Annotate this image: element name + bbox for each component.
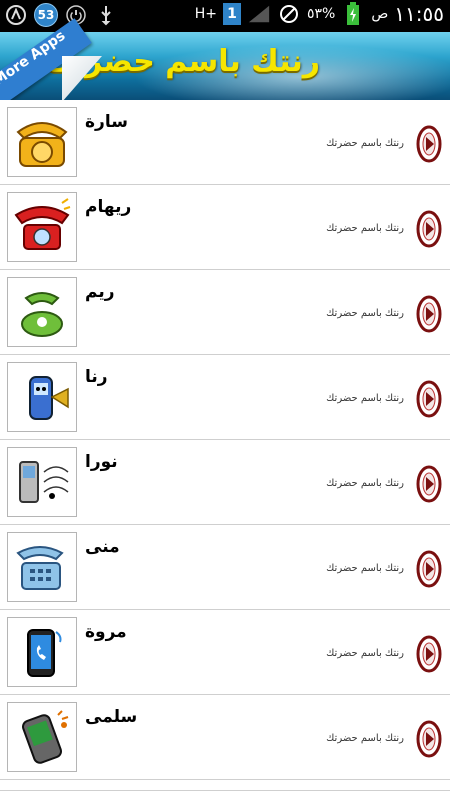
network-type-label: H+ (194, 6, 217, 22)
smartphone-call-icon (7, 617, 77, 687)
status-bar-left: 53 (4, 3, 118, 27)
battery-percent: ٥٣% (306, 6, 336, 22)
ringtone-name: منى (85, 537, 120, 557)
ringtone-name: رنا (85, 367, 108, 387)
sim-icon: 1 (222, 3, 241, 25)
ringing-mobile-icon (7, 702, 77, 772)
play-button[interactable] (416, 124, 442, 164)
ringtone-subtitle: رنتك باسم حضرتك (326, 648, 404, 659)
ringtone-subtitle: رنتك باسم حضرتك (326, 393, 404, 404)
clock: ١١:٥٥ (394, 2, 444, 26)
red-phone-icon (7, 192, 77, 262)
page-curl-icon (62, 56, 102, 102)
status-bar-right: H+ 1 ٥٣% ص ١١:٥٥ (195, 2, 444, 26)
play-button[interactable] (416, 634, 442, 674)
play-button[interactable] (416, 464, 442, 504)
list-item[interactable]: سلمى رنتك باسم حضرتك (0, 695, 450, 780)
notification-count-badge: 53 (34, 3, 58, 27)
signal-icon (247, 2, 271, 26)
battery-charging-icon (341, 2, 365, 26)
ringtone-name: مروة (85, 622, 127, 642)
play-button[interactable] (416, 719, 442, 759)
desk-phone-icon (7, 532, 77, 602)
list-item[interactable]: منى رنتك باسم حضرتك (0, 525, 450, 610)
list-item[interactable]: سارة رنتك باسم حضرتك (0, 100, 450, 185)
green-phone-icon (7, 277, 77, 347)
ringtone-subtitle: رنتك باسم حضرتك (326, 138, 404, 149)
ringtone-subtitle: رنتك باسم حضرتك (326, 478, 404, 489)
phone-music-icon (7, 447, 77, 517)
no-sim-icon (277, 2, 301, 26)
more-apps-button[interactable]: More Apps (0, 18, 110, 112)
ringtone-name: سارة (85, 112, 128, 132)
ringtone-subtitle: رنتك باسم حضرتك (326, 563, 404, 574)
list-bottom-edge (0, 790, 450, 801)
list-item[interactable]: ريم رنتك باسم حضرتك (0, 270, 450, 355)
ringtone-name: سلمى (85, 707, 138, 727)
list-item[interactable]: رنا رنتك باسم حضرتك (0, 355, 450, 440)
list-item[interactable]: ريهام رنتك باسم حضرتك (0, 185, 450, 270)
play-button[interactable] (416, 294, 442, 334)
usb-icon (94, 3, 118, 27)
play-button[interactable] (416, 379, 442, 419)
play-button[interactable] (416, 209, 442, 249)
android-icon (4, 3, 28, 27)
ringtone-list[interactable]: سارة رنتك باسم حضرتك ريهام رنتك باسم حضرتك ر… (0, 100, 450, 790)
ringtone-name: ريم (85, 282, 115, 302)
play-button[interactable] (416, 549, 442, 589)
rotary-phone-icon (7, 107, 77, 177)
ringtone-subtitle: رنتك باسم حضرتك (326, 733, 404, 744)
ringtone-name: ريهام (85, 197, 132, 217)
ringtone-subtitle: رنتك باسم حضرتك (326, 223, 404, 234)
mobile-trumpet-icon (7, 362, 77, 432)
ringtone-name: نورا (85, 452, 118, 472)
time-suffix: ص (371, 6, 389, 22)
list-item[interactable]: مروة رنتك باسم حضرتك (0, 610, 450, 695)
list-item[interactable]: نورا رنتك باسم حضرتك (0, 440, 450, 525)
ringtone-subtitle: رنتك باسم حضرتك (326, 308, 404, 319)
